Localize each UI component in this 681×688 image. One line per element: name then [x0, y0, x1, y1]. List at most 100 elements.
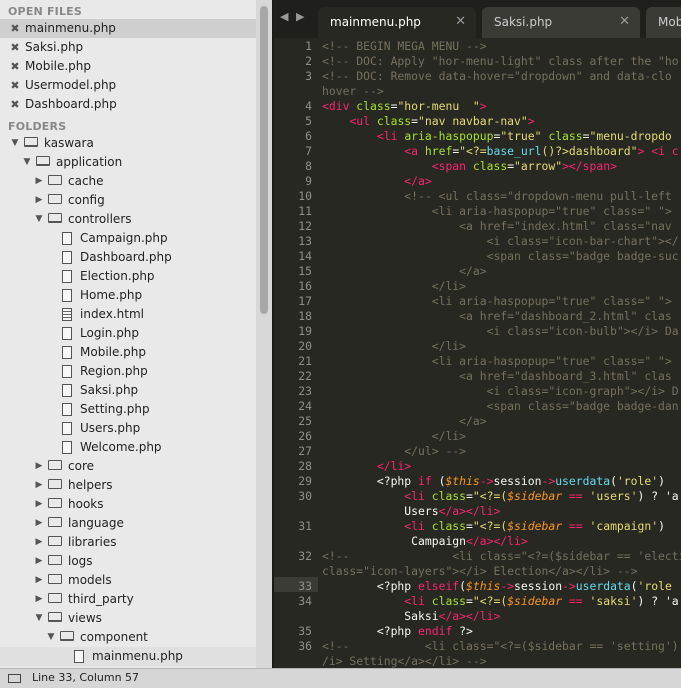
tree-item[interactable]: Users.php — [0, 419, 256, 438]
tree-item[interactable]: Setting.php — [0, 400, 256, 419]
tree-item[interactable]: Home.php — [0, 286, 256, 305]
folder-expanded-arrow-icon[interactable]: ▼ — [46, 628, 56, 647]
tree-item[interactable]: ▼ views — [0, 609, 256, 628]
code-line[interactable]: <!-- <li class="<?=($sidebar == 'electio — [322, 549, 681, 563]
open-file-item[interactable]: ✖ mainmenu.php — [0, 19, 256, 38]
code-line[interactable]: <span class="badge badge-suc — [322, 249, 679, 263]
tree-item[interactable]: ▶ logs — [0, 552, 256, 571]
code-line[interactable]: <!-- DOC: Remove data-hover="dropdown" a… — [322, 69, 672, 83]
code-line[interactable]: <!-- BEGIN MEGA MENU --> — [322, 39, 487, 53]
close-file-icon[interactable]: ✖ — [10, 95, 20, 114]
tree-item[interactable]: Region.php — [0, 362, 256, 381]
tree-item[interactable]: Mobile.php — [0, 343, 256, 362]
prev-tab-arrow-icon[interactable]: ◀ — [280, 10, 288, 23]
tree-item[interactable]: Welcome.php — [0, 438, 256, 457]
close-file-icon[interactable]: ✖ — [10, 57, 20, 76]
folder-collapsed-arrow-icon[interactable]: ▶ — [34, 552, 44, 571]
tree-item[interactable]: Saksi.php — [0, 381, 256, 400]
code-line[interactable]: Saksi</a></li> — [322, 609, 500, 623]
tree-item[interactable]: ▼ controllers — [0, 210, 256, 229]
sidebar-scrollbar-thumb[interactable] — [260, 6, 268, 314]
code-line[interactable]: <a href="index.html" class="nav — [322, 219, 672, 233]
code-line[interactable]: <a href="<?=base_url()?>dashboard"> <i c — [322, 144, 678, 158]
code-line[interactable]: <?php if ($this->session->userdata('role… — [322, 474, 672, 488]
folder-collapsed-arrow-icon[interactable]: ▶ — [34, 590, 44, 609]
code-line[interactable]: <li class="<?=($sidebar == 'users') ? 'a — [322, 489, 678, 503]
code-line[interactable]: Campaign</a></li> — [322, 534, 528, 548]
code-line[interactable]: <!-- DOC: Apply "hor-menu-light" class a… — [322, 54, 679, 68]
tree-item[interactable]: ▼ kaswara — [0, 134, 256, 153]
folder-collapsed-arrow-icon[interactable]: ▶ — [34, 514, 44, 533]
tree-item[interactable]: Dashboard.php — [0, 248, 256, 267]
code-area[interactable]: <!-- BEGIN MEGA MENU --> <!-- DOC: Apply … — [322, 38, 681, 668]
folder-collapsed-arrow-icon[interactable]: ▶ — [34, 191, 44, 210]
code-line[interactable]: <?php endif ?> — [322, 624, 473, 638]
tab-close-icon[interactable]: ✕ — [619, 7, 630, 37]
folder-expanded-arrow-icon[interactable]: ▼ — [22, 153, 32, 172]
close-file-icon[interactable]: ✖ — [10, 76, 20, 95]
tree-item[interactable]: mainmenu.php — [0, 647, 256, 666]
folder-expanded-arrow-icon[interactable]: ▼ — [10, 134, 20, 153]
tree-item[interactable]: ▶ models — [0, 571, 256, 590]
tree-item[interactable]: ▶ hooks — [0, 495, 256, 514]
code-line[interactable]: <i class="icon-bar-chart"></ — [322, 234, 679, 248]
next-tab-arrow-icon[interactable]: ▶ — [296, 10, 304, 23]
tree-item[interactable]: Campaign.php — [0, 229, 256, 248]
folder-collapsed-arrow-icon[interactable]: ▶ — [34, 172, 44, 191]
code-line[interactable]: <li aria-haspopup="true" class=" "> — [322, 294, 672, 308]
code-line[interactable]: </a> — [322, 174, 431, 188]
tree-item[interactable]: index.html — [0, 305, 256, 324]
folder-collapsed-arrow-icon[interactable]: ▶ — [34, 476, 44, 495]
code-line[interactable]: <ul class="nav navbar-nav"> — [322, 114, 534, 128]
tree-item[interactable]: ▶ helpers — [0, 476, 256, 495]
code-line[interactable]: Users</a></li> — [322, 504, 500, 518]
code-line[interactable]: </a> — [322, 414, 486, 428]
folder-collapsed-arrow-icon[interactable]: ▶ — [34, 457, 44, 476]
code-editor[interactable]: 1 2 3 4 5 6 7 8 9 10 11 12 13 14 15 16 17 18 19 20 21 22 23 24 2… — [274, 38, 681, 668]
code-line[interactable]: <li aria-haspopup="true" class=" "> — [322, 354, 672, 368]
code-line[interactable]: <a href="dashboard_2.html" clas — [322, 309, 672, 323]
code-line[interactable]: </ul> --> — [322, 444, 466, 458]
code-line[interactable]: <!-- <ul class="dropdown-menu pull-left — [322, 189, 671, 203]
code-line[interactable]: </a> — [322, 264, 486, 278]
tree-item[interactable]: ▶ config — [0, 191, 256, 210]
code-line[interactable]: <li aria-haspopup="true" class=" "> — [322, 204, 672, 218]
open-file-item[interactable]: ✖ Saksi.php — [0, 38, 256, 57]
code-line[interactable]: <i class="icon-graph"></i> D — [322, 384, 679, 398]
code-line[interactable]: </li> — [322, 279, 466, 293]
code-line[interactable]: class="icon-layers"></i> Election</a></l… — [322, 564, 637, 578]
code-line[interactable]: /i> Setting</a></li> --> — [322, 654, 487, 668]
tree-item[interactable]: ▶ third_party — [0, 590, 256, 609]
code-line[interactable]: <a href="dashboard_3.html" clas — [322, 369, 672, 383]
tree-item[interactable]: ▶ cache — [0, 172, 256, 191]
tab-2[interactable]: Saksi.php ✕ — [482, 7, 640, 38]
tab-close-icon[interactable]: ✕ — [455, 7, 466, 37]
sidebar-scrollbar[interactable] — [256, 0, 272, 668]
folder-collapsed-arrow-icon[interactable]: ▶ — [34, 533, 44, 552]
code-line[interactable]: <!-- <li class="<?=($sidebar == 'setting… — [322, 639, 679, 653]
code-line[interactable]: <li aria-haspopup="true" class="menu-dro… — [322, 129, 672, 143]
code-line[interactable]: <span class="arrow"></span> — [322, 159, 617, 173]
code-line[interactable]: </li> — [322, 429, 466, 443]
open-file-item[interactable]: ✖ Usermodel.php — [0, 76, 256, 95]
code-line[interactable]: <li class="<?=($sidebar == 'campaign') — [322, 519, 665, 533]
folder-collapsed-arrow-icon[interactable]: ▶ — [34, 571, 44, 590]
close-file-icon[interactable]: ✖ — [10, 38, 20, 57]
folder-collapsed-arrow-icon[interactable]: ▶ — [34, 495, 44, 514]
tree-item[interactable]: Election.php — [0, 267, 256, 286]
tree-item[interactable]: ▶ core — [0, 457, 256, 476]
code-line[interactable]: </li> — [322, 459, 411, 473]
code-line[interactable]: <div class="hor-menu "> — [322, 99, 487, 113]
code-line[interactable]: <span class="badge badge-dan — [322, 399, 679, 413]
open-file-item[interactable]: ✖ Mobile.php — [0, 57, 256, 76]
folder-expanded-arrow-icon[interactable]: ▼ — [34, 210, 44, 229]
tree-item[interactable]: ▶ language — [0, 514, 256, 533]
tree-item[interactable]: Login.php — [0, 324, 256, 343]
code-line[interactable]: hover --> — [322, 84, 384, 98]
code-line[interactable]: <li class="<?=($sidebar == 'saksi') ? 'a — [322, 594, 678, 608]
tree-item[interactable]: ▼ component — [0, 628, 256, 647]
code-line[interactable]: </li> — [322, 339, 466, 353]
tree-item[interactable]: ▶ libraries — [0, 533, 256, 552]
folder-expanded-arrow-icon[interactable]: ▼ — [34, 609, 44, 628]
tree-item[interactable]: ▼ application — [0, 153, 256, 172]
